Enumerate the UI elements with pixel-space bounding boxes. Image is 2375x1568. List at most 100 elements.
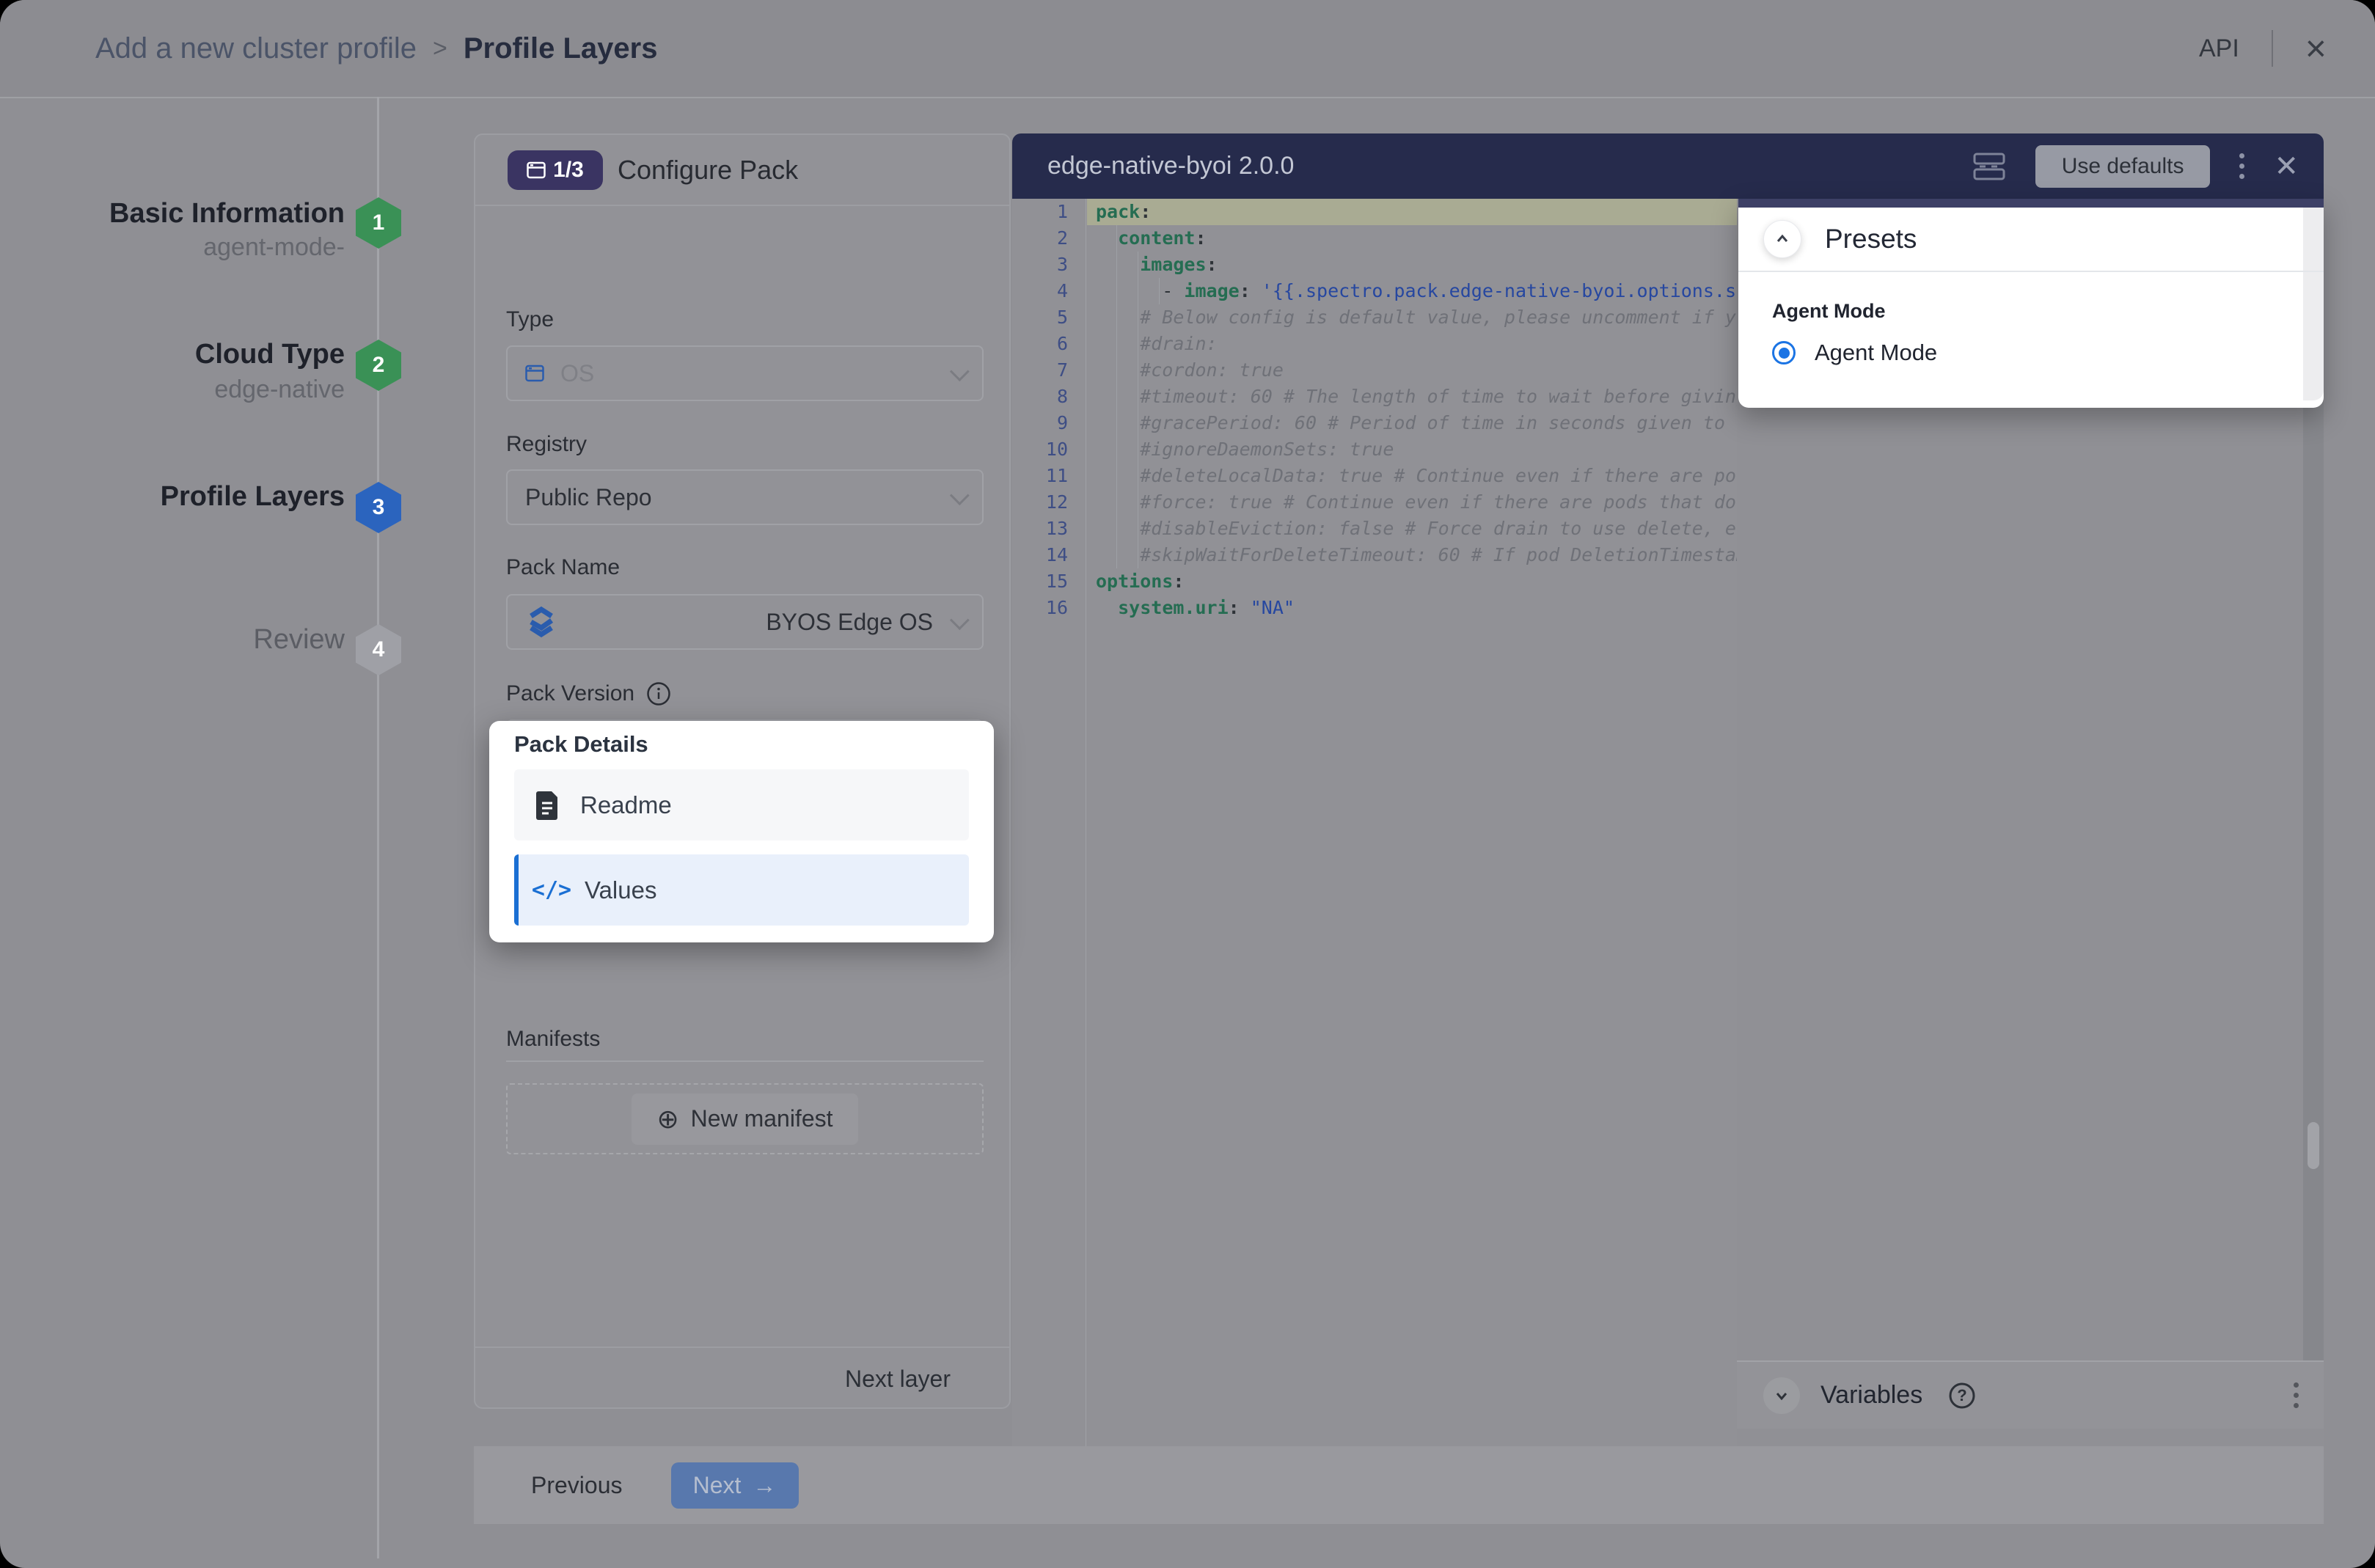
code-line-text: system.uri: "NA" <box>1118 597 1295 618</box>
step-label-cloud-type[interactable]: Cloud Type <box>0 339 345 370</box>
wizard-footer: Previous Next → <box>474 1446 2324 1524</box>
pack-details-readme-item[interactable]: Readme <box>514 769 969 840</box>
chevron-down-icon <box>949 609 970 630</box>
line-number: 7 <box>1056 359 1068 381</box>
type-value: OS <box>560 359 595 386</box>
header-divider <box>2271 30 2273 67</box>
pack-name-select[interactable]: BYOS Edge OS <box>506 594 984 650</box>
code-line[interactable]: 6 #drain: <box>1012 331 1737 357</box>
editor-close-icon[interactable]: ✕ <box>2274 152 2299 181</box>
step-label-profile-layers[interactable]: Profile Layers <box>0 481 345 513</box>
next-button[interactable]: Next → <box>670 1462 799 1509</box>
variables-menu-icon[interactable] <box>2294 1382 2299 1408</box>
variables-section-bar[interactable]: Variables ? <box>1737 1360 2324 1429</box>
radio-selected-icon[interactable] <box>1772 341 1796 364</box>
configure-pack-header: 1/3 Configure Pack <box>475 135 1009 206</box>
step-hexagon-4[interactable]: 4 <box>356 624 401 675</box>
step-number-2: 2 <box>372 353 385 377</box>
code-line[interactable]: 11 #deleteLocalData: true # Continue eve… <box>1012 463 1737 489</box>
new-manifest-label: New manifest <box>690 1105 833 1132</box>
step-hexagon-2[interactable]: 2 <box>356 340 401 391</box>
code-line[interactable]: 5 # Below config is default value, pleas… <box>1012 304 1737 331</box>
code-line[interactable]: 12 #force: true # Continue even if there… <box>1012 489 1737 516</box>
pack-details-title: Pack Details <box>514 731 648 757</box>
previous-button[interactable]: Previous <box>531 1472 623 1499</box>
values-label: Values <box>585 876 657 904</box>
modal-close-icon[interactable]: × <box>2305 30 2327 67</box>
manifests-dropzone: ⊕ New manifest <box>506 1083 984 1154</box>
editor-title: edge-native-byoi 2.0.0 <box>1047 152 1295 180</box>
sidebar-scroll-thumb[interactable] <box>2308 1122 2319 1169</box>
code-line[interactable]: 4 - image: '{{.spectro.pack.edge-native-… <box>1012 278 1737 304</box>
code-line[interactable]: 8 #timeout: 60 # The length of time to w… <box>1012 384 1737 410</box>
info-icon[interactable] <box>646 681 671 706</box>
code-line[interactable]: 7 #cordon: true <box>1012 357 1737 384</box>
new-manifest-button[interactable]: ⊕ New manifest <box>632 1093 858 1145</box>
step-number-4: 4 <box>372 637 385 662</box>
line-number: 10 <box>1045 439 1068 460</box>
chevron-down-icon <box>949 485 970 505</box>
line-number: 15 <box>1045 571 1068 592</box>
line-number: 2 <box>1056 227 1068 249</box>
variables-expand-icon[interactable] <box>1763 1377 1800 1414</box>
code-line-text: #deleteLocalData: true # Continue even i… <box>1096 465 1737 486</box>
code-line[interactable]: 2 content: <box>1012 225 1737 252</box>
line-number: 16 <box>1045 597 1068 618</box>
breadcrumb-separator: > <box>433 34 447 62</box>
step-hexagon-1[interactable]: 1 <box>356 197 401 249</box>
presets-header: Presets <box>1738 208 2324 272</box>
diff-view-icon[interactable] <box>1972 151 2006 182</box>
pack-version-label: Pack Version <box>506 681 671 706</box>
code-line[interactable]: 13 #disableEviction: false # Force drain… <box>1012 516 1737 542</box>
pack-details-values-item[interactable]: </> Values <box>514 854 969 926</box>
manifests-label: Manifests <box>506 1027 601 1051</box>
plus-circle-icon: ⊕ <box>656 1103 679 1134</box>
line-number: 14 <box>1045 544 1068 565</box>
code-line[interactable]: 16 system.uri: "NA" <box>1012 595 1737 621</box>
registry-select[interactable]: Public Repo <box>506 469 984 525</box>
line-number: 11 <box>1045 465 1068 486</box>
step-label-review[interactable]: Review <box>0 624 345 656</box>
next-button-label: Next <box>692 1471 742 1498</box>
code-line[interactable]: 3 images: <box>1012 252 1737 278</box>
agent-mode-group-label: Agent Mode <box>1772 300 1886 322</box>
line-number: 4 <box>1056 280 1068 301</box>
line-number: 8 <box>1056 386 1068 407</box>
editor-menu-icon[interactable] <box>2239 153 2245 179</box>
pack-details-popup: Pack Details Readme </> Values <box>489 721 994 942</box>
line-number: 3 <box>1056 254 1068 275</box>
next-layer-button[interactable]: Next layer <box>845 1366 951 1393</box>
code-lines: 1 pack: 2 content: 3 images: 4 - image: '{{.… <box>1012 199 1737 621</box>
step-label-basic-information[interactable]: Basic Information <box>0 198 345 230</box>
code-line-text: images: <box>1140 254 1218 275</box>
line-number: 13 <box>1045 518 1068 539</box>
pack-version-label-text: Pack Version <box>506 681 635 706</box>
code-line-text: #disableEviction: false # Force drain to… <box>1096 518 1737 539</box>
code-line[interactable]: 9 #gracePeriod: 60 # Period of time in s… <box>1012 410 1737 436</box>
variables-title: Variables <box>1820 1381 1923 1409</box>
line-number: 6 <box>1056 333 1068 354</box>
presets-title: Presets <box>1825 224 1917 254</box>
help-icon[interactable]: ? <box>1947 1381 1977 1410</box>
code-line[interactable]: 10 #ignoreDaemonSets: true <box>1012 436 1737 463</box>
code-line[interactable]: 1 pack: <box>1012 199 1737 225</box>
agent-mode-option[interactable]: Agent Mode <box>1772 340 1937 366</box>
api-button[interactable]: API <box>2199 34 2239 63</box>
window-icon <box>527 161 546 178</box>
code-line-text: #force: true # Continue even if there ar… <box>1096 491 1737 513</box>
use-defaults-button[interactable]: Use defaults <box>2035 144 2211 188</box>
type-select[interactable]: OS <box>506 345 984 401</box>
os-window-icon <box>525 364 544 382</box>
code-area[interactable]: 1 pack: 2 content: 3 images: 4 - image: '{{.… <box>1012 199 1737 1446</box>
code-line[interactable]: 15 options: <box>1012 568 1737 595</box>
step-hexagon-3[interactable]: 3 <box>356 482 401 533</box>
registry-value: Public Repo <box>525 483 652 510</box>
presets-collapse-icon[interactable] <box>1763 220 1801 258</box>
editor-header: edge-native-byoi 2.0.0 Use defaults ✕ <box>1012 133 2324 199</box>
code-line[interactable]: 14 #skipWaitForDeleteTimeout: 60 # If po… <box>1012 542 1737 568</box>
indent-guide <box>1116 225 1117 568</box>
line-number: 12 <box>1045 491 1068 513</box>
code-line-text: content: <box>1118 227 1207 249</box>
breadcrumb-parent[interactable]: Add a new cluster profile <box>95 32 417 65</box>
configure-pack-footer: Next layer <box>475 1347 1009 1410</box>
